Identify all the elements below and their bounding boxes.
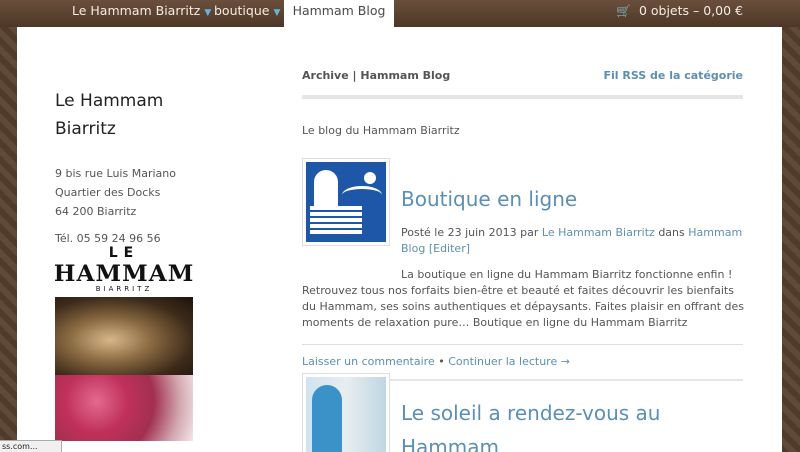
nav-item-boutique[interactable]: boutique ▼ [214,0,280,27]
door-shape [312,385,342,452]
rss-category-link[interactable]: Fil RSS de la catégorie [604,69,743,82]
divider [302,344,743,345]
soleil-thumbnail-image [306,377,386,452]
sun-shape [364,172,376,184]
boutique-thumbnail-image [306,162,386,242]
leave-comment-link[interactable]: Laisser un commentaire [302,355,435,368]
address-line: 64 200 Biarritz [55,205,137,218]
steps-shape [310,206,362,234]
flowers-photo [55,375,193,441]
post-meta: Posté le 23 juin 2013 par Le Hammam Biar… [401,225,746,257]
post-thumbnail[interactable] [302,158,390,246]
content-panel: Le Hammam Biarritz 9 bis rue Luis Marian… [17,27,782,452]
blog-intro: Le blog du Hammam Biarritz [302,124,460,137]
logo-header: LE HAMMAM BIARRITZ [55,245,193,297]
address-line: 9 bis rue Luis Mariano [55,167,176,180]
post-title-link[interactable]: Le soleil a rendez-vous au Hammam [401,396,721,452]
author-link[interactable]: Le Hammam Biarritz [542,226,655,239]
top-navigation-bar: Le Hammam Biarritz ▼ boutique ▼ Hammam Blo… [0,0,800,27]
logo-city-text: BIARRITZ [95,285,153,293]
hammam-interior-photo [55,297,193,375]
meta-in-text: dans [658,226,685,239]
door-shape [314,170,338,206]
cart-link[interactable]: 🛒 0 objets – 0,00 € [616,0,743,22]
nav-item-label: boutique [214,3,270,18]
nav-item-le-hammam-biarritz[interactable]: Le Hammam Biarritz ▼ [72,0,211,27]
nav-item-label: Le Hammam Biarritz [72,3,201,18]
post-excerpt: La boutique en ligne du Hammam Biarritz … [302,268,745,329]
hammam-logo-image[interactable]: LE HAMMAM BIARRITZ [55,245,193,441]
overlay-blank [194,406,228,438]
phone-number: Tél. 05 59 24 96 56 [55,232,161,245]
nav-item-hammam-blog-active[interactable]: Hammam Blog [284,0,394,27]
post-actions: Laisser un commentaire • Continuer la le… [302,355,570,368]
cart-icon: 🛒 [616,4,631,18]
cart-summary: 0 objets – 0,00 € [638,3,743,18]
post-thumbnail[interactable] [302,373,390,452]
wave-shape [342,186,382,204]
address-block: 9 bis rue Luis Mariano Quartier des Dock… [55,164,176,221]
address-line: Quartier des Docks [55,186,161,199]
logo-le-text: LE [108,245,140,261]
chevron-down-icon: ▼ [273,8,281,18]
chevron-down-icon: ▼ [204,8,212,18]
continue-reading-link[interactable]: Continuer la lecture → [448,355,570,368]
separator: • [438,355,445,368]
divider [302,95,743,99]
browser-status-bar: ss.com... [0,440,62,452]
post-date: Posté le 23 juin 2013 par [401,226,539,239]
post-title-link[interactable]: Boutique en ligne [401,182,577,216]
archive-title: Archive | Hammam Blog [302,69,451,82]
site-title[interactable]: Le Hammam Biarritz [55,87,205,143]
edit-link[interactable]: [Editer] [429,242,470,255]
logo-name-text: HAMMAM [55,261,193,287]
